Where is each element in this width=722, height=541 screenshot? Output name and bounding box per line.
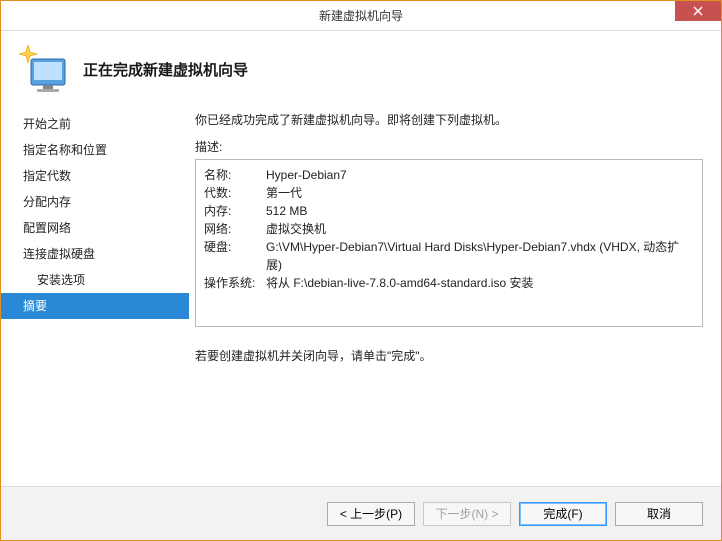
close-icon — [693, 6, 703, 16]
sidebar-step-item[interactable]: 指定代数 — [1, 163, 189, 189]
description-row: 网络:虚拟交换机 — [204, 220, 694, 238]
sidebar-step-item[interactable]: 连接虚拟硬盘 — [1, 241, 189, 267]
wizard-body: 开始之前指定名称和位置指定代数分配内存配置网络连接虚拟硬盘安装选项摘要 你已经成… — [1, 111, 721, 486]
description-key: 硬盘: — [204, 238, 266, 274]
description-row: 内存:512 MB — [204, 202, 694, 220]
window-title: 新建虚拟机向导 — [1, 7, 721, 24]
description-value: 第一代 — [266, 184, 302, 202]
description-label: 描述: — [195, 138, 703, 155]
description-value: Hyper-Debian7 — [266, 166, 347, 184]
sidebar-step-label: 指定代数 — [23, 169, 71, 183]
summary-intro: 你已经成功完成了新建虚拟机向导。即将创建下列虚拟机。 — [195, 111, 703, 128]
description-key: 名称: — [204, 166, 266, 184]
description-key: 操作系统: — [204, 274, 266, 292]
description-row: 操作系统:将从 F:\debian-live-7.8.0-amd64-stand… — [204, 274, 694, 292]
sidebar-step-item[interactable]: 开始之前 — [1, 111, 189, 137]
sidebar-step-item[interactable]: 分配内存 — [1, 189, 189, 215]
description-value: G:\VM\Hyper-Debian7\Virtual Hard Disks\H… — [266, 238, 694, 274]
summary-footnote: 若要创建虚拟机并关闭向导，请单击"完成"。 — [195, 347, 703, 364]
description-value: 将从 F:\debian-live-7.8.0-amd64-standard.i… — [266, 274, 533, 292]
description-box: 名称:Hyper-Debian7代数:第一代内存:512 MB网络:虚拟交换机硬… — [195, 159, 703, 327]
wizard-header: 正在完成新建虚拟机向导 — [1, 31, 721, 111]
description-value: 虚拟交换机 — [266, 220, 326, 238]
description-value: 512 MB — [266, 202, 307, 220]
description-row: 硬盘:G:\VM\Hyper-Debian7\Virtual Hard Disk… — [204, 238, 694, 274]
sidebar-step-item[interactable]: 指定名称和位置 — [1, 137, 189, 163]
finish-button[interactable]: 完成(F) — [519, 502, 607, 526]
description-key: 内存: — [204, 202, 266, 220]
description-key: 代数: — [204, 184, 266, 202]
description-row: 代数:第一代 — [204, 184, 694, 202]
close-button[interactable] — [675, 1, 721, 21]
wizard-heading: 正在完成新建虚拟机向导 — [83, 59, 248, 80]
previous-button[interactable]: < 上一步(P) — [327, 502, 415, 526]
titlebar: 新建虚拟机向导 — [1, 1, 721, 31]
sidebar-step-item[interactable]: 摘要 — [1, 293, 189, 319]
wizard-steps-sidebar: 开始之前指定名称和位置指定代数分配内存配置网络连接虚拟硬盘安装选项摘要 — [1, 111, 189, 486]
wizard-footer: < 上一步(P) 下一步(N) > 完成(F) 取消 — [1, 486, 721, 540]
next-button: 下一步(N) > — [423, 502, 511, 526]
sidebar-step-label: 分配内存 — [23, 195, 71, 209]
sidebar-step-label: 连接虚拟硬盘 — [23, 247, 95, 261]
sidebar-step-label: 指定名称和位置 — [23, 143, 107, 157]
sidebar-step-label: 开始之前 — [23, 117, 71, 131]
cancel-button[interactable]: 取消 — [615, 502, 703, 526]
wizard-icon — [19, 45, 67, 93]
description-key: 网络: — [204, 220, 266, 238]
sidebar-step-label: 摘要 — [23, 299, 47, 313]
sidebar-step-label: 配置网络 — [23, 221, 71, 235]
wizard-content: 你已经成功完成了新建虚拟机向导。即将创建下列虚拟机。 描述: 名称:Hyper-… — [189, 111, 721, 486]
wizard-window: 新建虚拟机向导 正在完成新建虚拟机向导 开始 — [0, 0, 722, 541]
sidebar-step-label: 安装选项 — [37, 273, 85, 287]
description-row: 名称:Hyper-Debian7 — [204, 166, 694, 184]
sidebar-step-item[interactable]: 配置网络 — [1, 215, 189, 241]
sidebar-step-item[interactable]: 安装选项 — [1, 267, 189, 293]
